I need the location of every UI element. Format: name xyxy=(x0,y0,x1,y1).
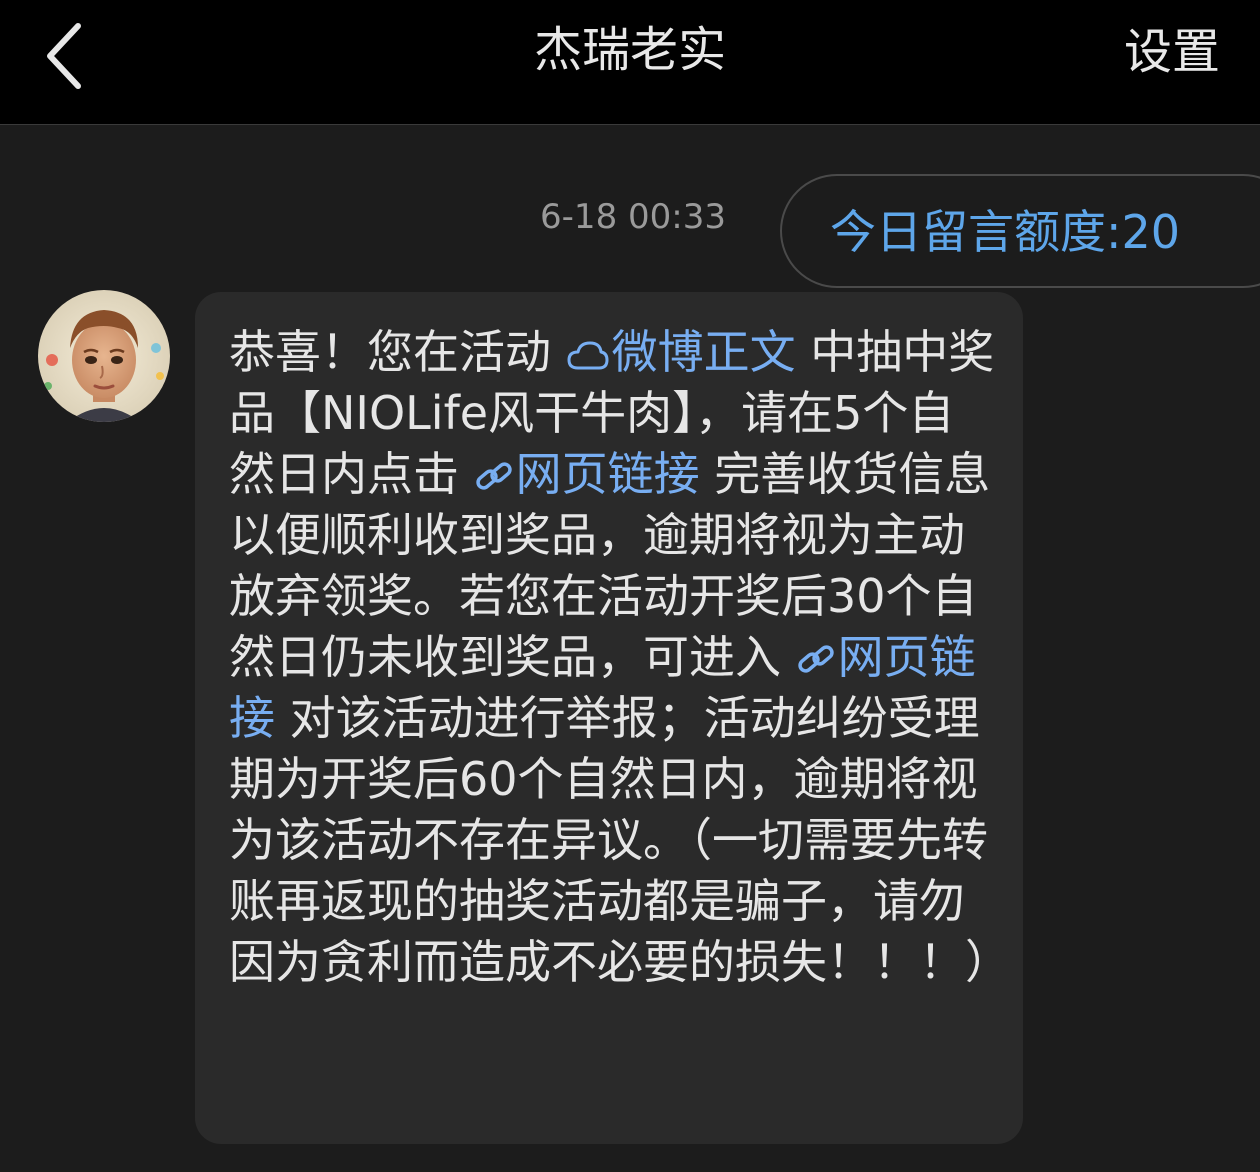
avatar[interactable] xyxy=(38,290,170,422)
message-timestamp: 6-18 00:33 xyxy=(540,197,726,237)
message-bubble: 恭喜！您在活动 微博正文 中抽中奖品【NIOLife风干牛肉】，请在5个自然日内… xyxy=(195,292,1023,1144)
weibo-post-link-label: 微博正文 xyxy=(611,325,796,379)
message-text: 恭喜！您在活动 微博正文 中抽中奖品【NIOLife风干牛肉】，请在5个自然日内… xyxy=(229,322,1011,993)
web-link-1-label: 网页链接 xyxy=(515,447,700,501)
message-part-1: 恭喜！您在活动 xyxy=(229,325,551,379)
web-link-1[interactable]: 网页链接 xyxy=(474,447,700,501)
weibo-post-link[interactable]: 微博正文 xyxy=(566,325,796,379)
avatar-image xyxy=(38,290,170,422)
chevron-left-icon xyxy=(47,23,81,89)
quota-label: 今日留言额度:20 xyxy=(830,205,1181,259)
cloud-icon xyxy=(567,341,609,370)
link-icon xyxy=(475,462,512,490)
top-nav-bar: 杰瑞老实 设置 xyxy=(0,0,1260,125)
quota-bubble: 今日留言额度:20 xyxy=(780,174,1260,288)
link-icon xyxy=(797,645,834,673)
back-button[interactable] xyxy=(36,16,96,96)
message-part-4: 对该活动进行举报；活动纠纷受理期为开奖后60个自然日内，逾期将视为该活动不存在异… xyxy=(229,691,1011,989)
settings-button[interactable]: 设置 xyxy=(1124,20,1220,84)
chat-title: 杰瑞老实 xyxy=(533,22,726,78)
